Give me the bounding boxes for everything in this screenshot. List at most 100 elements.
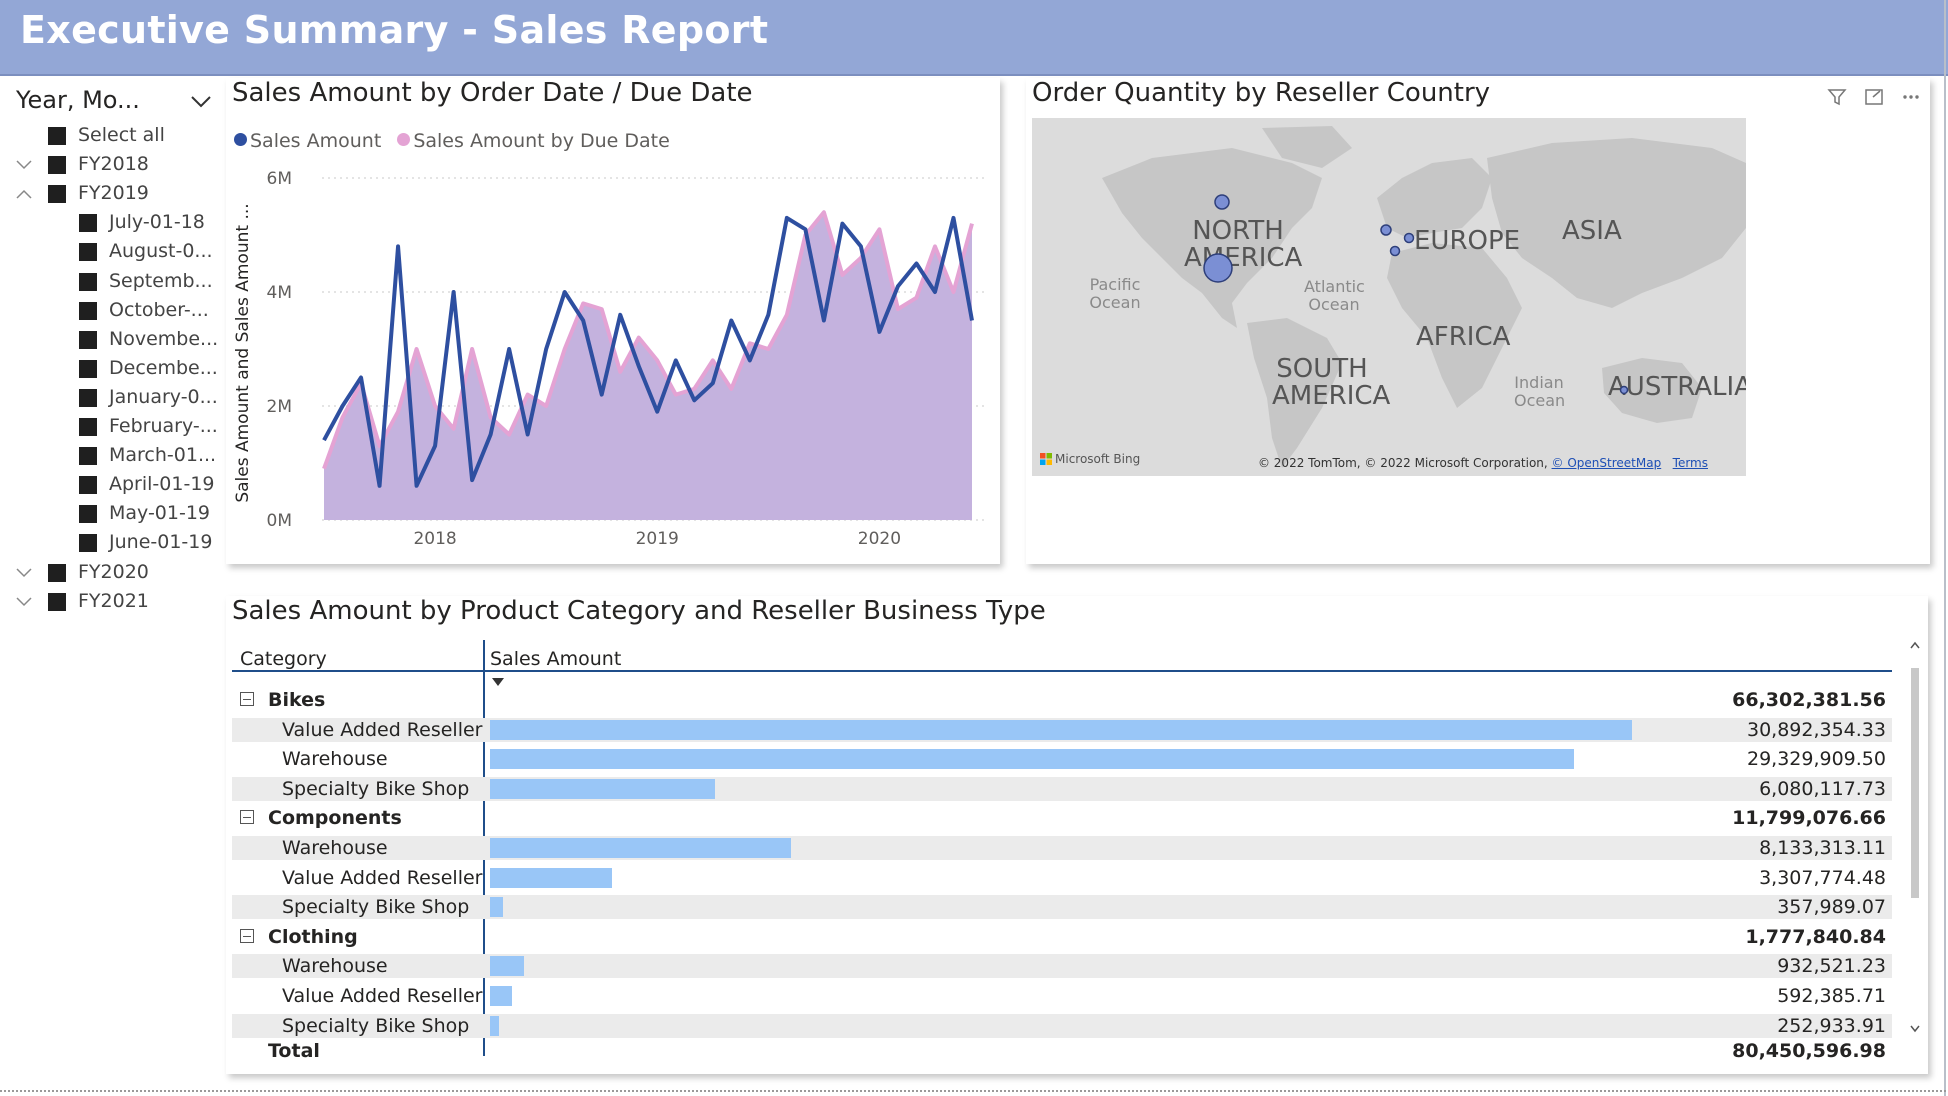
collapse-icon[interactable] [240,810,254,825]
matrix-row[interactable]: Value Added Reseller 3,307,774.48 [232,866,1892,890]
checkbox[interactable] [79,447,97,466]
sales-amount-value: 1,777,840.84 [1745,925,1886,948]
slicer-item-label: Septemb... [109,269,213,292]
slicer-header[interactable]: Year, Mo... [16,86,212,120]
chevron-down-icon[interactable] [16,596,32,608]
checkbox[interactable] [79,330,97,349]
attribution-text: © 2022 TomTom, © 2022 Microsoft Corporat… [1257,456,1548,470]
checkbox[interactable] [79,418,97,436]
slicer-item[interactable]: October-... [12,299,212,325]
sales-amount-value: 11,799,076.66 [1732,807,1886,830]
checkbox[interactable] [48,563,66,582]
bing-logo-text: Microsoft Bing [1055,452,1141,466]
filter-icon[interactable] [1826,87,1848,107]
data-bar [490,986,512,1006]
total-value: 80,450,596.98 [1732,1040,1886,1063]
chevron-down-icon[interactable] [190,94,212,108]
slicer-item[interactable]: February-... [12,415,218,441]
slicer-item[interactable]: Novembe... [12,328,218,354]
slicer-title: Year, Mo... [16,86,140,114]
scroll-down-icon[interactable] [1909,1024,1921,1034]
slicer-item[interactable]: Septemb... [12,269,213,296]
chevron-up-icon[interactable] [16,188,32,200]
checkbox[interactable] [79,388,97,407]
slicer-item[interactable]: Decembe... [12,357,218,383]
map-canvas[interactable]: NORTH AMERICA EUROPE ASIA AFRICA SOUTH A… [1032,118,1746,476]
sales-amount-value: 8,133,313.11 [1759,837,1886,859]
microsoft-logo-icon [1040,452,1052,465]
slicer-item[interactable]: FY2019 [12,182,212,208]
openstreetmap-link[interactable]: © OpenStreetMap [1552,456,1662,470]
sales-amount-value: 357,989.07 [1777,896,1886,919]
matrix-row[interactable]: Specialty Bike Shop 6,080,117.73 [232,776,1892,801]
collapse-icon[interactable] [240,928,254,943]
slicer-item-label: FY2019 [78,182,149,205]
bubble-united-kingdom [1380,224,1392,236]
matrix-group-row[interactable]: Components 11,799,076.66 [232,806,1892,830]
page-edge-divider [1944,0,1946,1096]
slicer-item[interactable]: Select all [12,124,212,150]
slicer-item-label: Novembe... [109,327,219,350]
matrix-row[interactable]: Specialty Bike Shop 357,989.07 [232,895,1892,920]
slicer-item-label: October-... [109,298,209,321]
matrix-row[interactable]: Value Added Reseller 592,385.71 [232,984,1892,1008]
matrix-group-row[interactable]: Clothing 1,777,840.84 [232,925,1892,949]
category-label: Clothing [268,925,358,948]
slicer-item-label: March-01... [109,444,217,467]
slicer-item[interactable]: FY2021 [12,590,212,616]
slicer-item[interactable]: FY2018 [12,153,212,179]
slicer-item[interactable]: August-0... [12,240,213,266]
sort-descending-icon[interactable] [492,678,504,686]
scroll-up-icon[interactable] [1909,640,1921,650]
focus-mode-icon[interactable] [1863,87,1885,107]
matrix-scrollbar[interactable] [1908,638,1922,1038]
checkbox[interactable] [79,505,97,524]
matrix-row[interactable]: Warehouse 932,521.23 [232,954,1892,979]
terms-link[interactable]: Terms [1673,456,1708,470]
x-tick-label: 2018 [413,529,456,549]
column-header-category[interactable]: Category [240,648,327,670]
checkbox[interactable] [79,476,97,495]
visual-header-icons [1816,86,1922,106]
matrix-row[interactable]: Specialty Bike Shop 252,933.91 [232,1013,1892,1038]
scrollbar-thumb[interactable] [1911,668,1919,898]
slicer-item-label: February-... [109,415,218,437]
slicer-item-label: Decembe... [109,356,218,379]
checkbox[interactable] [79,359,97,378]
matrix-group-row[interactable]: Bikes 66,302,381.56 [232,688,1892,712]
checkbox[interactable] [48,127,66,145]
slicer-item[interactable]: FY2020 [12,561,212,587]
sales-amount-value: 932,521.23 [1777,955,1886,978]
checkbox[interactable] [79,534,97,553]
checkbox[interactable] [48,156,66,175]
slicer-item[interactable]: March-01... [12,444,216,470]
checkbox[interactable] [48,592,66,611]
checkbox[interactable] [79,301,97,320]
date-slicer: Year, Mo... Select all FY2018 FY2019 July-0… [12,84,218,624]
matrix-row[interactable]: Warehouse 29,329,909.50 [232,747,1892,771]
more-options-icon[interactable] [1900,87,1922,107]
slicer-item[interactable]: April-01-19 [12,473,215,499]
chevron-down-icon[interactable] [16,159,32,171]
collapse-icon[interactable] [240,692,254,706]
map-visual: Order Quantity by Reseller Country NORTH… [1026,78,1930,564]
checkbox[interactable] [79,243,97,262]
line-chart-plot[interactable]: 0M 2M 4M 6M Sales Amount and Sales Amount ..… [226,78,1000,564]
y-tick-label: 4M [267,283,292,303]
y-tick-label: 6M [267,169,292,189]
slicer-item[interactable]: June-01-19 [12,531,212,557]
checkbox[interactable] [48,185,66,204]
slicer-item[interactable]: May-01-19 [12,502,212,528]
checkbox[interactable] [79,214,97,233]
chevron-down-icon[interactable] [16,567,32,579]
slicer-item[interactable]: January-0... [12,386,218,412]
data-bar [490,897,504,918]
y-axis-title: Sales Amount and Sales Amount ... [233,203,253,502]
checkbox[interactable] [79,272,97,291]
slicer-item[interactable]: July-01-18 [12,211,212,237]
column-header-sales-amount[interactable]: Sales Amount [490,648,621,670]
slicer-item-label: May-01-19 [109,502,211,525]
data-bar [490,956,525,977]
matrix-row[interactable]: Value Added Reseller 30,892,354.33 [232,717,1892,742]
matrix-row[interactable]: Warehouse 8,133,313.11 [232,836,1892,860]
